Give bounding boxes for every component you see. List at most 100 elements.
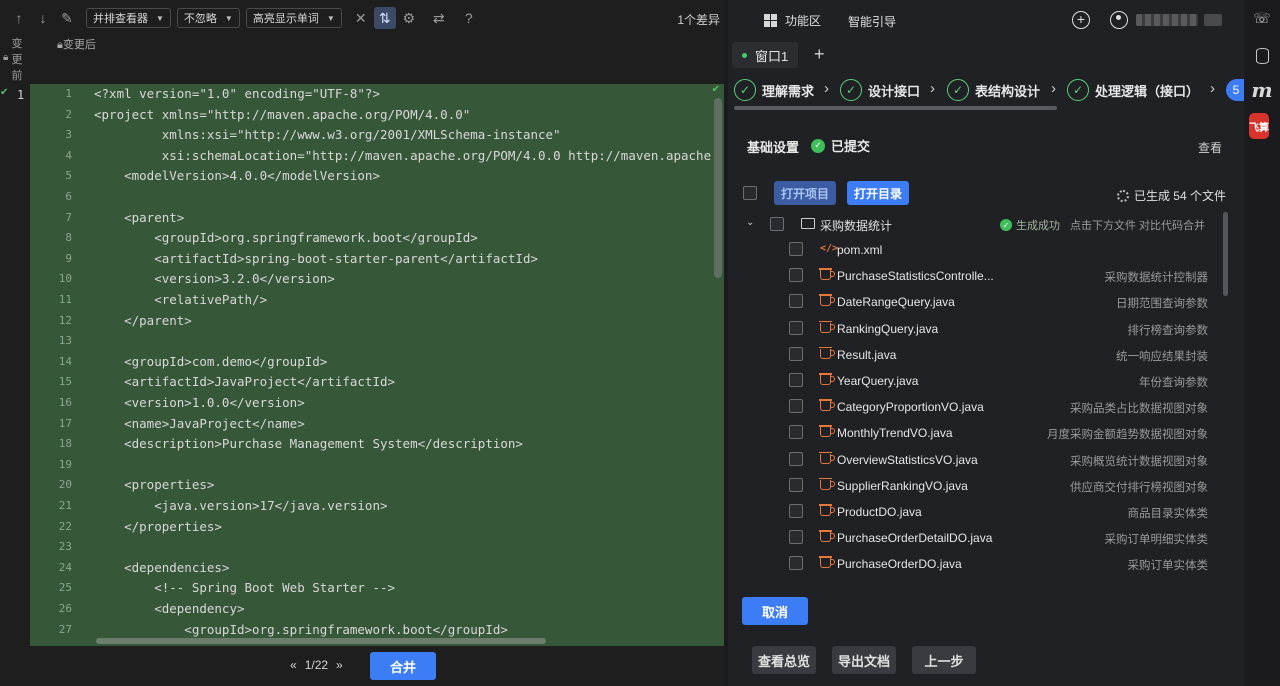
step-1[interactable]: ✓ 理解需求	[734, 79, 814, 101]
settings-icon[interactable]: ⚙	[398, 7, 420, 29]
help-icon[interactable]: ?	[458, 7, 480, 29]
file-checkbox[interactable]	[789, 556, 803, 571]
page-indicator: 1/22	[304, 658, 329, 672]
code-editor[interactable]: 27 <groupId>org.springframework.boot</gr…	[30, 84, 724, 646]
file-description: 统一响应结果封装	[1116, 350, 1208, 363]
steps-scrollbar[interactable]	[734, 106, 1057, 110]
folder-checkbox[interactable]	[770, 217, 784, 231]
step-3[interactable]: ✓ 表结构设计	[947, 79, 1040, 101]
select-all-checkbox[interactable]	[743, 186, 757, 200]
file-row[interactable]: DateRangeQuery.java 日期范围查询参数	[734, 290, 1224, 316]
file-checkbox[interactable]	[789, 451, 803, 466]
add-circle-icon[interactable]: +	[1072, 11, 1090, 29]
file-checkbox[interactable]	[789, 242, 803, 256]
sync-scroll-icon[interactable]: ⇅	[373, 7, 396, 29]
add-tab-icon[interactable]: +	[814, 44, 825, 65]
file-row[interactable]: PurchaseOrderDO.java 采购订单实体类	[734, 552, 1224, 578]
chevron-down-icon[interactable]: ⌄	[746, 217, 754, 228]
vertical-scrollbar[interactable]	[714, 98, 722, 278]
ignore-select[interactable]: 不忽略 ▼	[176, 8, 240, 28]
step-2[interactable]: ✓ 设计接口	[840, 79, 920, 101]
view-overview-button[interactable]: 查看总览	[752, 646, 817, 674]
line-number: 8	[65, 231, 72, 245]
file-row[interactable]: YearQuery.java 年份查询参数	[734, 369, 1224, 395]
chat-icon[interactable]: ☏	[1252, 8, 1272, 28]
step-number-badge[interactable]: 5	[1226, 79, 1244, 101]
open-project-button[interactable]: 打开项目	[774, 181, 837, 205]
collapse-icon[interactable]: ✕	[350, 7, 372, 29]
tab-window-1[interactable]: 窗口1	[732, 42, 799, 68]
step-4[interactable]: ✓ 处理逻辑（接口）	[1067, 79, 1199, 101]
horizontal-scrollbar[interactable]	[96, 638, 546, 644]
user-icon[interactable]	[1110, 11, 1128, 29]
file-row[interactable]: CategoryProportionVO.java 采购品类占比数据视图对象	[734, 395, 1224, 421]
java-icon	[819, 320, 835, 333]
arrow-down-icon[interactable]: ↓	[32, 7, 54, 29]
m-logo-icon[interactable]: m	[1251, 78, 1272, 102]
view-mode-select[interactable]: 并排查看器 ▼	[86, 8, 171, 28]
file-row[interactable]: MonthlyTrendVO.java 月度采购金额趋势数据视图对象	[734, 421, 1224, 447]
highlight-select[interactable]: 高亮显示单词 ▼	[245, 8, 342, 28]
java-icon	[819, 556, 835, 569]
file-checkbox[interactable]	[789, 294, 803, 309]
smart-guide-button[interactable]: 智能引导	[848, 13, 896, 30]
prev-diff-icon[interactable]: «	[290, 658, 297, 672]
edit-icon[interactable]: ✎	[56, 7, 78, 29]
file-row[interactable]: </> pom.xml	[734, 238, 1224, 264]
file-row[interactable]: OverviewStatisticsVO.java 采购概览统计数据视图对象	[734, 448, 1224, 474]
file-row[interactable]: ProductDO.java 商品目录实体类	[734, 500, 1224, 526]
line-number: 25	[58, 581, 72, 595]
file-checkbox[interactable]	[789, 346, 803, 361]
feishu-icon[interactable]: 飞算	[1249, 113, 1269, 139]
line-number: 3	[65, 128, 72, 142]
arrow-up-icon[interactable]: ↑	[8, 7, 30, 29]
file-checkbox[interactable]	[789, 477, 803, 492]
file-checkbox[interactable]	[789, 373, 803, 387]
code-line: 23	[30, 537, 724, 558]
file-checkbox[interactable]	[789, 268, 803, 283]
username-redacted	[1136, 14, 1198, 26]
chevron-down-icon: ▼	[156, 13, 164, 23]
file-row[interactable]: Result.java 统一响应结果封装	[734, 343, 1224, 369]
file-checkbox[interactable]	[789, 425, 803, 440]
file-row[interactable]: RankingQuery.java 排行榜查询参数	[734, 317, 1224, 343]
username-redacted-extra	[1204, 14, 1222, 26]
code-text: <artifactId>spring-boot-starter-parent</…	[94, 250, 539, 266]
code-line: 4 xsi:schemaLocation="http://maven.apach…	[30, 146, 724, 167]
file-checkbox[interactable]	[789, 399, 803, 414]
line-number: 7	[65, 210, 72, 224]
feature-area-button[interactable]: 功能区	[764, 12, 821, 29]
cancel-button[interactable]: 取消	[742, 597, 808, 625]
chevron-right-icon: ›	[824, 80, 829, 97]
before-label: 变更前	[11, 38, 23, 82]
code-text: </parent>	[94, 312, 192, 328]
folder-row[interactable]: ⌄ 采购数据统计 ✓ 生成成功 点击下方文件 对比代码合并	[734, 214, 1224, 236]
code-line: 14 <groupId>com.demo</groupId>	[30, 352, 724, 373]
line-number: 21	[58, 499, 72, 512]
prev-step-button[interactable]: 上一步	[912, 646, 976, 674]
file-name: PurchaseOrderDO.java	[837, 557, 962, 572]
file-checkbox[interactable]	[789, 320, 803, 335]
line-number: 27	[58, 622, 72, 636]
file-row[interactable]: PurchaseStatisticsControlle... 采购数据统计控制器	[734, 264, 1224, 290]
code-line: 7 <parent>	[30, 208, 724, 229]
step-label: 处理逻辑（接口）	[1095, 83, 1200, 99]
code-text: <parent>	[94, 209, 185, 225]
java-icon	[819, 399, 835, 412]
code-line: 11 <relativePath/>	[30, 290, 724, 311]
file-checkbox[interactable]	[789, 504, 803, 518]
open-directory-button[interactable]: 打开目录	[847, 181, 910, 205]
file-checkbox[interactable]	[789, 530, 803, 545]
file-row[interactable]: PurchaseOrderDetailDO.java 采购订单明细实体类	[734, 526, 1224, 552]
export-doc-button[interactable]: 导出文档	[832, 646, 897, 674]
java-icon	[819, 477, 835, 490]
database-icon[interactable]	[1252, 46, 1272, 66]
check-circle-icon: ✓	[1000, 219, 1012, 231]
chevron-right-icon: ›	[1051, 80, 1056, 97]
merge-button[interactable]: 合并	[370, 652, 436, 680]
next-diff-icon[interactable]: »	[336, 658, 343, 672]
file-row[interactable]: SupplierRankingVO.java 供应商交付排行榜视图对象	[734, 474, 1224, 500]
view-link[interactable]: 查看	[1198, 139, 1222, 156]
line-number: 23	[58, 540, 72, 554]
swap-icon[interactable]: ⇄	[428, 7, 450, 29]
